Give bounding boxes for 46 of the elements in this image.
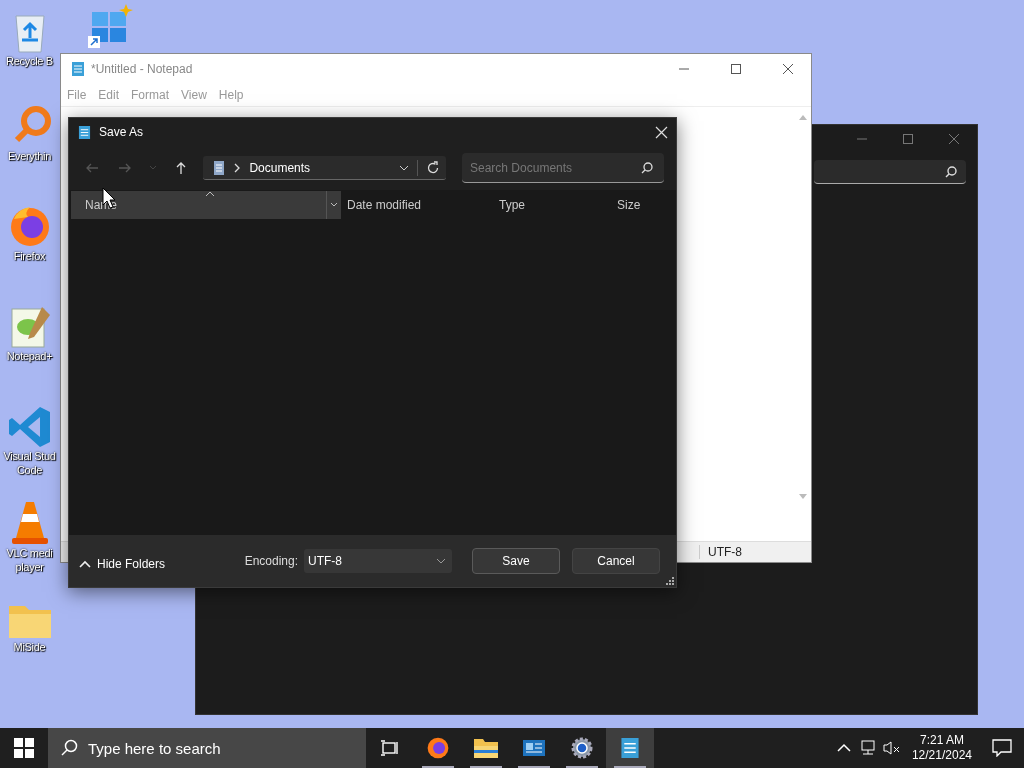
notepad-icon <box>71 61 85 77</box>
desktop-icon-label[interactable]: Notepad+ <box>6 349 53 363</box>
column-header[interactable]: Size <box>603 191 663 219</box>
task-view-icon[interactable] <box>380 739 400 757</box>
settings-icon[interactable] <box>570 736 594 760</box>
encoding-dropdown[interactable]: UTF-8 <box>304 549 452 573</box>
desktop-icon-label[interactable]: VLC medi <box>6 546 53 560</box>
firefox-icon[interactable] <box>426 736 450 760</box>
clock[interactable]: 7:21 AM 12/21/2024 <box>903 733 980 763</box>
menu-item[interactable]: File <box>67 88 87 102</box>
notepad-icon <box>78 124 91 140</box>
desktop-icon-label[interactable]: Recycle B <box>6 54 53 68</box>
resize-grip-icon[interactable] <box>665 576 675 586</box>
menu-item[interactable]: Edit <box>98 88 120 102</box>
hide-folders-button[interactable]: Hide Folders <box>79 557 166 571</box>
sort-caret-icon <box>205 191 215 197</box>
search-field[interactable]: Search Documents <box>462 153 664 183</box>
folder-icon[interactable] <box>473 737 499 759</box>
encoding-label: Encoding: <box>244 554 298 568</box>
desktop-icon-label[interactable]: Visual Stud <box>3 449 56 463</box>
taskbar-search-field[interactable]: Type here to search <box>48 728 366 768</box>
cancel-button[interactable]: Cancel <box>572 548 660 574</box>
desktop-icon-label[interactable]: player <box>15 560 44 574</box>
search-icon <box>60 739 78 757</box>
dropdown-caret-icon <box>436 558 446 564</box>
save-button[interactable]: Save <box>472 548 560 574</box>
search-icon <box>944 164 958 179</box>
menu-item[interactable]: View <box>181 88 207 102</box>
dialog-title: Save As <box>99 125 144 139</box>
id-card-icon[interactable] <box>522 738 546 758</box>
window-title: *Untitled - Notepad <box>91 62 193 76</box>
search-icon <box>640 161 654 175</box>
desktop-icon-label[interactable]: Code <box>16 463 43 477</box>
desktop-icon-label[interactable]: Firefox <box>13 249 46 263</box>
menu-item[interactable]: Help <box>218 88 244 102</box>
encoding-status: UTF-8 <box>699 545 742 559</box>
notepad-icon[interactable] <box>620 736 640 760</box>
desktop-icon-label[interactable]: Everythin <box>7 149 52 163</box>
desktop-icon-label[interactable]: MiSide <box>13 640 46 654</box>
column-header[interactable]: Date modified <box>341 191 485 219</box>
menu-item[interactable]: Format <box>131 88 170 102</box>
search-field[interactable] <box>814 160 966 184</box>
chevron-up-icon <box>79 560 91 568</box>
address-bar[interactable]: Documents <box>203 156 446 180</box>
dropdown-caret-icon[interactable] <box>330 202 338 208</box>
column-header[interactable]: Type <box>485 191 603 219</box>
